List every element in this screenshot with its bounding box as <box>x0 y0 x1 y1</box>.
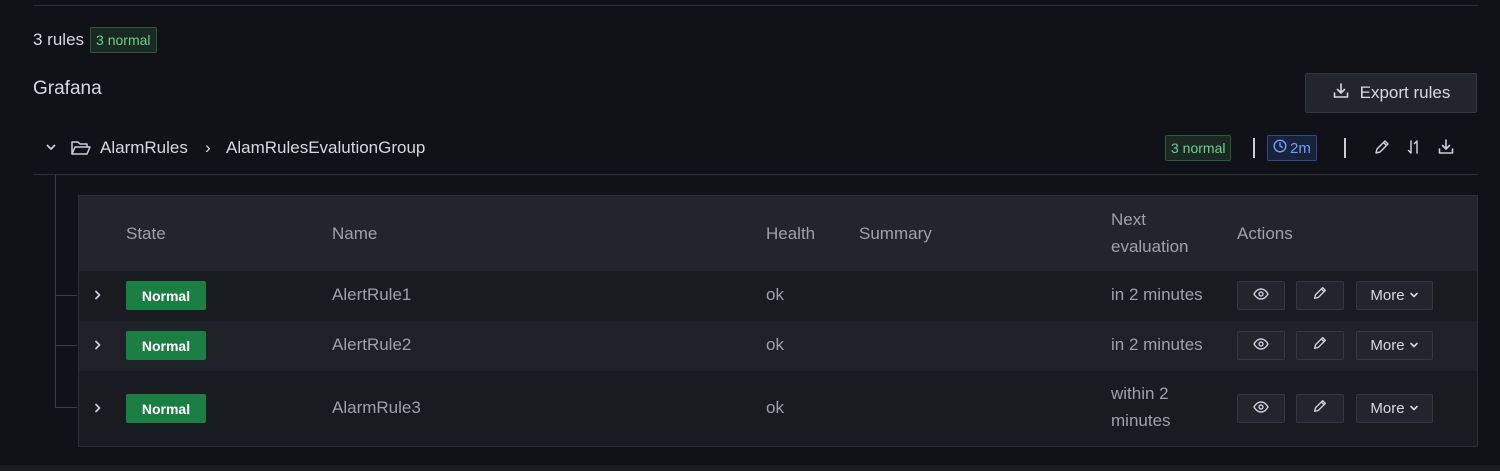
eye-icon <box>1253 287 1269 305</box>
chevron-right-icon[interactable] <box>91 287 105 308</box>
evaluation-interval-badge: 2m <box>1267 135 1317 161</box>
group-state-badge: 3 normal <box>1165 135 1232 161</box>
view-button[interactable] <box>1237 281 1285 310</box>
download-icon[interactable] <box>1437 138 1455 161</box>
tree-branch <box>55 345 77 346</box>
top-divider <box>33 5 1478 6</box>
rule-name: AlertRule2 <box>332 335 412 354</box>
chevron-right-icon[interactable] <box>91 337 105 358</box>
eye-icon <box>1253 337 1269 355</box>
datasource-title: Grafana <box>33 78 102 99</box>
next-evaluation: in 2 minutes <box>1111 335 1203 354</box>
chevron-right-icon[interactable] <box>91 400 105 421</box>
export-rules-label: Export rules <box>1359 83 1451 102</box>
interval-value: 2m <box>1290 139 1311 157</box>
edit-icon <box>1312 398 1328 419</box>
header-name: Name <box>332 224 378 243</box>
group-name: AlamRulesEvalutionGroup <box>226 138 426 157</box>
rule-name: AlarmRule3 <box>332 398 421 417</box>
more-label: More <box>1370 337 1405 354</box>
edit-icon <box>1312 285 1328 306</box>
table-row: Normal AlertRule2 ok in 2 minutes More <box>79 321 1477 371</box>
more-label: More <box>1370 400 1405 417</box>
eye-icon <box>1253 400 1269 418</box>
edit-button[interactable] <box>1296 281 1344 310</box>
next-evaluation-line2: minutes <box>1111 411 1171 430</box>
header-health: Health <box>766 224 816 243</box>
tree-branch <box>55 407 77 408</box>
divider <box>1344 138 1346 158</box>
breadcrumb-separator: › <box>205 138 211 157</box>
state-badge: Normal <box>126 281 206 310</box>
header-summary: Summary <box>859 224 932 243</box>
bottom-divider <box>0 465 1500 471</box>
reorder-icon[interactable] <box>1405 138 1423 161</box>
next-evaluation: within 2 <box>1111 384 1169 403</box>
edit-icon[interactable] <box>1373 138 1391 161</box>
rule-health: ok <box>766 398 784 417</box>
normal-count-badge: 3 normal <box>90 27 157 53</box>
rule-name: AlertRule1 <box>332 285 412 304</box>
tree-branch <box>55 295 77 296</box>
folder-open-icon <box>70 138 92 163</box>
more-button[interactable]: More <box>1356 331 1433 360</box>
chevron-down-icon <box>1409 287 1419 304</box>
chevron-down-icon <box>1409 400 1419 417</box>
rules-table: State Name Health Summary Next evaluatio… <box>78 195 1478 447</box>
clock-icon <box>1273 139 1287 157</box>
folder-name[interactable]: AlarmRules <box>100 138 188 158</box>
more-button[interactable]: More <box>1356 394 1433 423</box>
download-icon <box>1332 82 1350 105</box>
rules-summary: 3 rules 3 normal <box>33 27 157 53</box>
header-next-evaluation: Next <box>1111 210 1146 229</box>
table-row: Normal AlertRule1 ok in 2 minutes More <box>79 271 1477 321</box>
chevron-down-icon <box>1409 337 1419 354</box>
header-next-evaluation-line2: evaluation <box>1111 237 1189 256</box>
header-actions: Actions <box>1237 224 1293 243</box>
rule-health: ok <box>766 285 784 304</box>
view-button[interactable] <box>1237 394 1285 423</box>
state-badge: Normal <box>126 394 206 423</box>
divider <box>1253 138 1255 158</box>
table-header: State Name Health Summary Next evaluatio… <box>79 196 1477 271</box>
more-label: More <box>1370 287 1405 304</box>
export-rules-button[interactable]: Export rules <box>1305 73 1477 113</box>
state-badge: Normal <box>126 331 206 360</box>
more-button[interactable]: More <box>1356 281 1433 310</box>
header-state: State <box>126 224 166 243</box>
table-row: Normal AlarmRule3 ok within 2 minutes Mo… <box>79 371 1477 446</box>
view-button[interactable] <box>1237 331 1285 360</box>
edit-button[interactable] <box>1296 394 1344 423</box>
edit-button[interactable] <box>1296 331 1344 360</box>
tree-line <box>55 175 56 408</box>
rules-count: 3 rules <box>33 30 85 49</box>
chevron-down-icon[interactable] <box>43 139 59 160</box>
rule-group-header: AlarmRules › AlamRulesEvalutionGroup 3 n… <box>33 128 1478 175</box>
edit-icon <box>1312 335 1328 356</box>
rule-health: ok <box>766 335 784 354</box>
next-evaluation: in 2 minutes <box>1111 285 1203 304</box>
